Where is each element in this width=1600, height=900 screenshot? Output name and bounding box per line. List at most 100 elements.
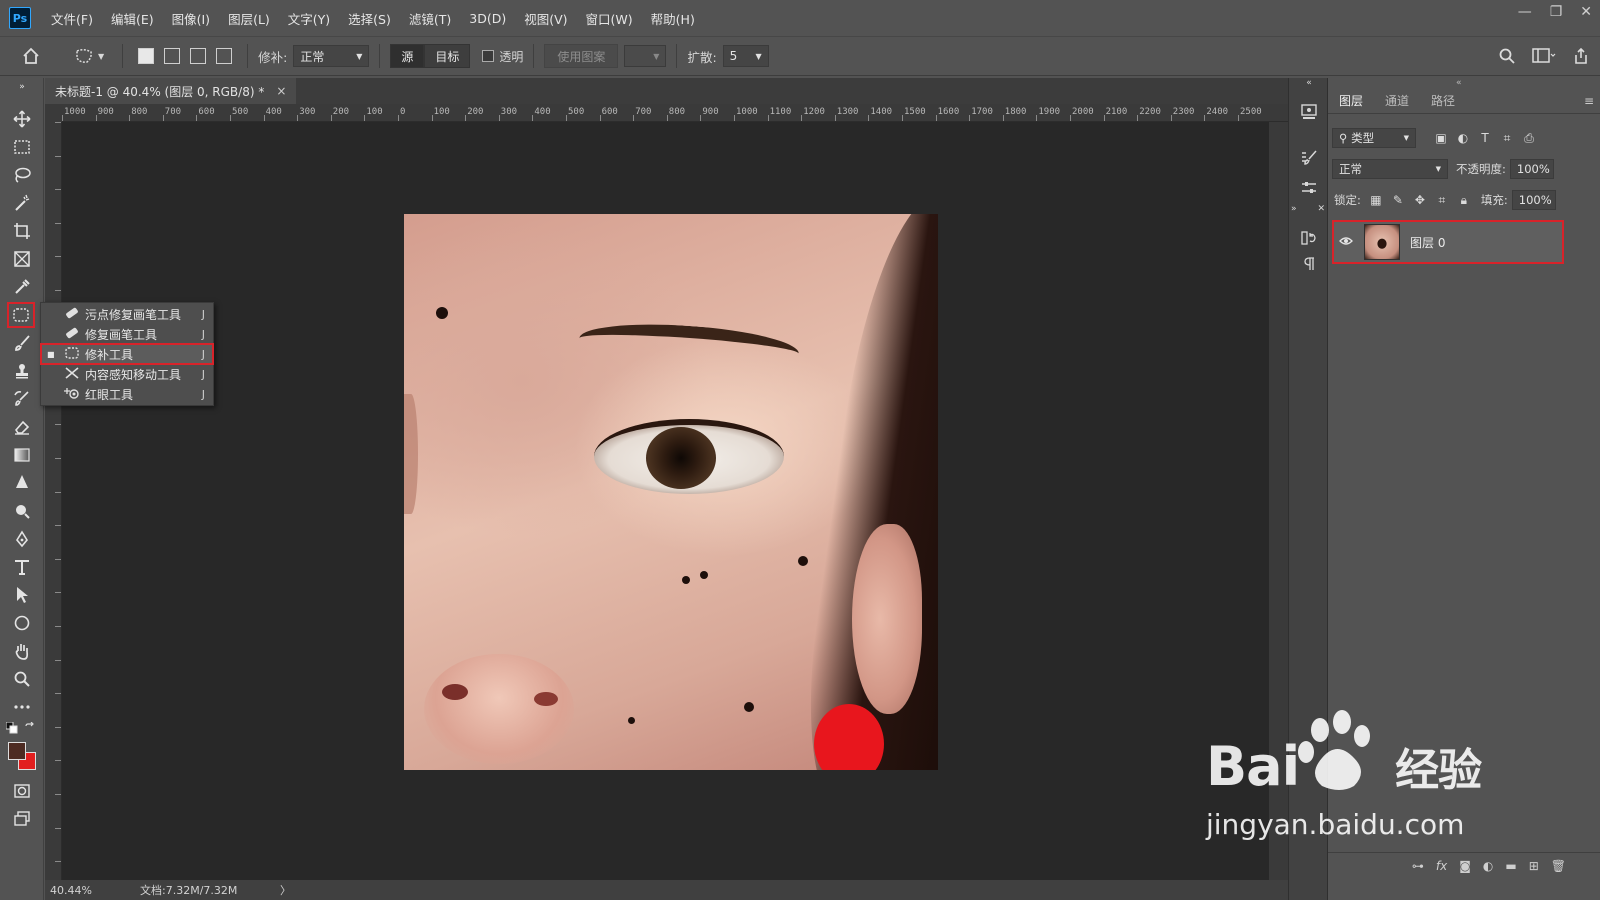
swap-colors[interactable] <box>6 722 38 736</box>
close-window-button[interactable]: ✕ <box>1580 4 1592 20</box>
lasso-tool[interactable] <box>8 162 36 188</box>
pen-tool[interactable] <box>8 526 36 552</box>
tab-paths[interactable]: 路径 <box>1420 92 1466 109</box>
intersect-selection-mode[interactable] <box>216 48 233 64</box>
layer-name[interactable]: 图层 0 <box>1410 234 1445 251</box>
ruler-origin[interactable] <box>45 104 62 122</box>
flyout-healing-brush[interactable]: 修复画笔工具 J <box>41 324 213 344</box>
layer-row[interactable]: 图层 0 <box>1332 220 1564 264</box>
layer-thumbnail[interactable] <box>1364 224 1400 260</box>
workspace-icon[interactable] <box>1532 47 1556 65</box>
menu-select[interactable]: 选择(S) <box>348 9 391 28</box>
search-icon[interactable] <box>1498 47 1516 65</box>
blend-mode-dropdown[interactable]: 正常 ▼ <box>1332 159 1448 179</box>
dodge-tool[interactable] <box>8 498 36 524</box>
menu-filter[interactable]: 滤镜(T) <box>409 9 451 28</box>
screen-mode-button[interactable] <box>8 806 36 832</box>
lock-all-icon[interactable]: 🔒︎ <box>1453 193 1475 208</box>
fill-input[interactable]: 100% <box>1511 190 1556 210</box>
target-button[interactable]: 目标 <box>424 44 471 68</box>
type-tool[interactable] <box>8 554 36 580</box>
opacity-input[interactable]: 100% <box>1509 159 1554 179</box>
fx-icon[interactable]: fx <box>1436 859 1447 873</box>
link-layers-icon[interactable]: ⊶ <box>1412 859 1424 873</box>
hand-tool[interactable] <box>8 638 36 664</box>
menu-view[interactable]: 视图(V) <box>524 9 567 28</box>
transparent-option[interactable]: 透明 <box>482 48 523 65</box>
adjustments-icon[interactable] <box>1297 176 1321 200</box>
smart-object-filter-icon[interactable]: ⎙ <box>1518 129 1540 147</box>
add-mask-icon[interactable]: ◙ <box>1459 859 1471 873</box>
adjustment-filter-icon[interactable]: ◐ <box>1452 129 1474 147</box>
tab-layers[interactable]: 图层 <box>1328 92 1374 109</box>
add-selection-mode[interactable] <box>164 48 181 64</box>
zoom-tool[interactable] <box>8 666 36 692</box>
transparent-checkbox[interactable] <box>482 50 495 62</box>
learn-panel-icon[interactable] <box>1297 100 1321 124</box>
quick-mask-button[interactable] <box>8 778 36 804</box>
collapse-toolbar-icon[interactable]: » <box>8 82 36 92</box>
trash-icon[interactable]: 🗑︎ <box>1551 859 1566 873</box>
flyout-patch-tool[interactable]: ■ 修补工具 J <box>40 343 214 365</box>
status-menu-arrow[interactable]: 〉 <box>280 882 291 898</box>
move-tool[interactable] <box>8 106 36 132</box>
close-panel-icon[interactable]: ✕ <box>1317 204 1325 214</box>
diffusion-dropdown[interactable]: 5 ▼ <box>722 45 769 67</box>
layer-kind-filter[interactable]: ⚲ 类型 ▼ <box>1332 128 1416 148</box>
menu-layer[interactable]: 图层(L) <box>228 9 270 28</box>
tool-preset-picker[interactable]: ▼ <box>66 45 112 67</box>
menu-type[interactable]: 文字(Y) <box>288 9 330 28</box>
adjustment-layer-icon[interactable]: ◐ <box>1483 859 1493 873</box>
type-filter-icon[interactable]: T <box>1474 129 1496 147</box>
restore-button[interactable]: ❐ <box>1550 4 1563 20</box>
flyout-content-aware-move[interactable]: 内容感知移动工具 J <box>41 364 213 384</box>
share-icon[interactable] <box>1572 47 1590 65</box>
more-tools-button[interactable] <box>8 694 36 720</box>
close-document-icon[interactable]: × <box>276 84 286 98</box>
history-panel-icon[interactable] <box>1297 226 1321 250</box>
vertical-ruler[interactable] <box>45 122 62 880</box>
eye-icon[interactable] <box>1334 235 1358 249</box>
lock-transparent-pixels-icon[interactable]: ▦ <box>1365 193 1387 207</box>
shape-filter-icon[interactable]: ⌗ <box>1496 129 1518 147</box>
home-button[interactable] <box>14 45 48 67</box>
paragraph-panel-icon[interactable] <box>1297 252 1321 276</box>
clone-stamp-tool[interactable] <box>8 358 36 384</box>
brush-settings-icon[interactable] <box>1297 146 1321 170</box>
blur-tool[interactable] <box>8 470 36 496</box>
menu-file[interactable]: 文件(F) <box>51 9 93 28</box>
eyedropper-tool[interactable] <box>8 274 36 300</box>
panel-group-header[interactable]: » ✕ <box>1291 202 1325 216</box>
flyout-red-eye[interactable]: 红眼工具 J <box>41 384 213 404</box>
marquee-tool[interactable] <box>8 134 36 160</box>
source-button[interactable]: 源 <box>390 44 425 68</box>
frame-tool[interactable] <box>8 246 36 272</box>
menu-3d[interactable]: 3D(D) <box>469 11 506 26</box>
new-selection-mode[interactable] <box>138 48 155 64</box>
panel-collapse-icon[interactable]: « <box>1456 78 1462 88</box>
menu-edit[interactable]: 编辑(E) <box>111 9 154 28</box>
foreground-color-swatch[interactable] <box>8 742 26 760</box>
gradient-tool[interactable] <box>8 442 36 468</box>
subtract-selection-mode[interactable] <box>190 48 207 64</box>
use-pattern-button[interactable]: 使用图案 <box>544 44 619 68</box>
new-group-icon[interactable]: ▬ <box>1505 859 1516 873</box>
menu-window[interactable]: 窗口(W) <box>586 9 633 28</box>
panel-menu-icon[interactable]: ≡ <box>1584 94 1594 108</box>
crop-tool[interactable] <box>8 218 36 244</box>
magic-wand-tool[interactable] <box>8 190 36 216</box>
ellipse-tool[interactable] <box>8 610 36 636</box>
horizontal-ruler[interactable]: 1000 900 800 700 600 500 400 300 200 100 0 100 200 30… <box>62 104 1288 122</box>
brush-tool[interactable] <box>8 330 36 356</box>
canvas-area[interactable] <box>62 122 1269 880</box>
lock-artboard-icon[interactable]: ⌗ <box>1431 193 1453 208</box>
minimize-button[interactable]: — <box>1518 4 1532 20</box>
face-photo[interactable] <box>404 214 938 770</box>
collapse-panels-icon[interactable]: « <box>1297 78 1321 88</box>
menu-help[interactable]: 帮助(H) <box>651 9 695 28</box>
lock-position-icon[interactable]: ✥ <box>1409 193 1431 207</box>
pixel-filter-icon[interactable]: ▣ <box>1430 129 1452 147</box>
patch-mode-dropdown[interactable]: 正常 ▼ <box>293 45 370 67</box>
path-selection-tool[interactable] <box>8 582 36 608</box>
pattern-picker[interactable]: ▼ <box>624 45 667 67</box>
